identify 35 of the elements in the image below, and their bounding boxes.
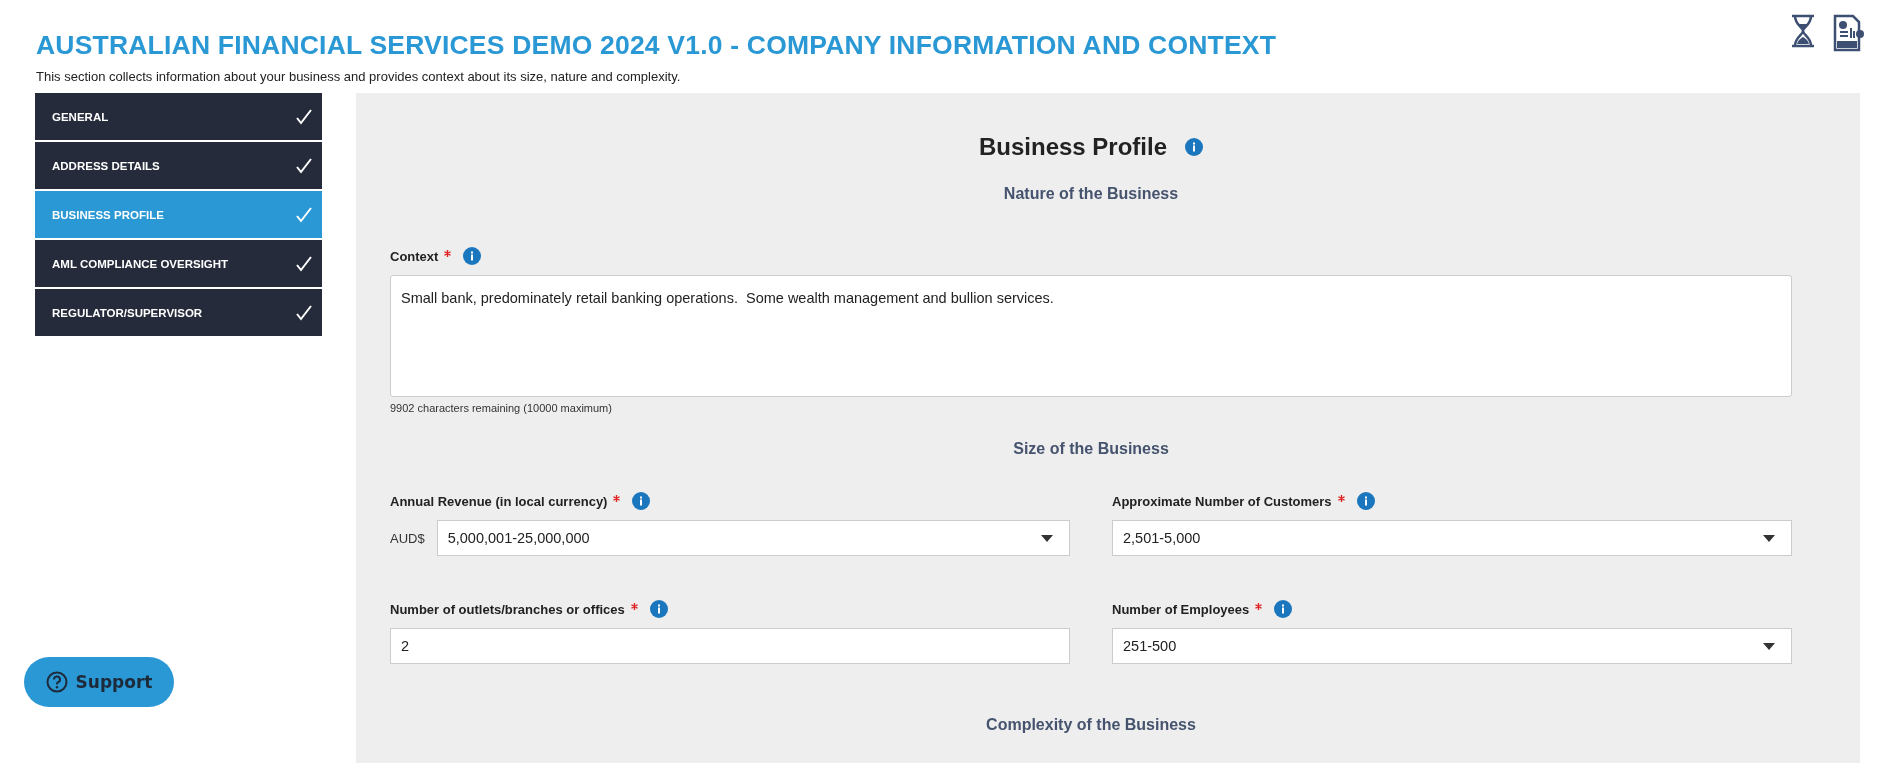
page-title: AUSTRALIAN FINANCIAL SERVICES DEMO 2024 V1.0 - COMPANY INFORMATION AND CONTEXT [36, 30, 1277, 61]
section-heading: Nature of the Business [1002, 185, 1180, 203]
text-field[interactable]: 2 [390, 628, 1070, 664]
section-title: Business Profile [978, 133, 1168, 161]
help-icon [45, 671, 68, 693]
sidebar-item[interactable]: GENERAL [35, 93, 322, 140]
info-icon[interactable] [1185, 138, 1204, 156]
dropdown[interactable]: 2,501-5,000 [1112, 520, 1792, 556]
support-button[interactable]: Support [24, 657, 174, 707]
info-icon[interactable] [1274, 600, 1293, 618]
field-label: Annual Revenue (in local currency) [390, 493, 608, 509]
field-label: Number of Employees [1112, 601, 1250, 617]
info-icon[interactable] [632, 492, 651, 510]
dropdown[interactable]: 5,000,001-25,000,000 [436, 520, 1070, 556]
field-label: Number of outlets/branches or offices [390, 601, 625, 617]
sidebar-item[interactable]: ADDRESS DETAILS [35, 142, 322, 189]
sidebar-item[interactable]: REGULATOR/SUPERVISOR [35, 289, 322, 336]
page-description: This section collects information about your business and provides context about its size, nature and complexity. [36, 69, 682, 84]
currency-prefix: AUD$ [390, 530, 425, 546]
sidebar-item[interactable]: AML COMPLIANCE OVERSIGHT [35, 240, 322, 287]
dropdown[interactable]: 251-500 [1112, 628, 1792, 664]
info-icon[interactable] [649, 600, 668, 618]
caret-icon [1763, 534, 1775, 542]
field-label: Context [390, 248, 439, 264]
hourglass-icon[interactable] [1791, 14, 1815, 48]
caret-icon [1763, 642, 1775, 650]
draft-document-icon[interactable] [1833, 14, 1865, 52]
section-heading: Size of the Business [1012, 440, 1170, 458]
character-counter: 9902 characters remaining (10000 maximum) [390, 402, 613, 414]
field-label: Approximate Number of Customers [1112, 493, 1332, 509]
info-icon[interactable] [1356, 492, 1375, 510]
section-heading: Complexity of the Business [985, 716, 1197, 734]
context-textarea[interactable]: Small bank, predominately retail banking operations. Some wealth management and bullion services. [390, 275, 1792, 397]
info-icon[interactable] [463, 247, 482, 265]
caret-icon [1041, 534, 1053, 542]
